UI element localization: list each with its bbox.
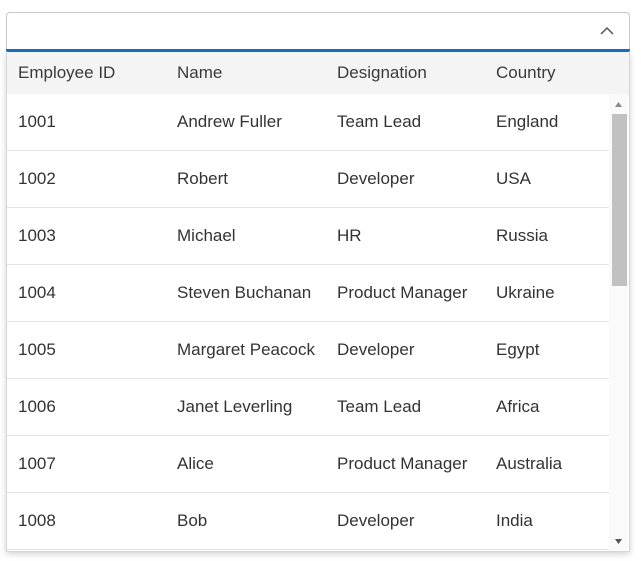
cell-employee-id: 1008 [18, 511, 56, 530]
employee-combobox[interactable] [6, 12, 630, 52]
cell-name: Robert [177, 169, 229, 188]
cell-country: England [496, 112, 559, 131]
cell-country: Russia [496, 226, 548, 245]
cell-country: India [496, 511, 533, 530]
cell-name: Steven Buchanan [177, 283, 312, 302]
cell-name: Margaret Peacock [177, 340, 315, 359]
cell-designation: Product Manager [337, 283, 468, 302]
cell-employee-id: 1003 [18, 226, 56, 245]
cell-employee-id: 1007 [18, 454, 56, 473]
cell-employee-id: 1001 [18, 112, 56, 131]
cell-name: Andrew Fuller [177, 112, 282, 131]
cell-designation: HR [337, 226, 362, 245]
cell-designation: Developer [337, 511, 415, 530]
cell-designation: Developer [337, 169, 415, 188]
cell-name: Alice [177, 454, 214, 473]
cell-designation: Product Manager [337, 454, 468, 473]
cell-employee-id: 1005 [18, 340, 56, 359]
cell-name: Janet Leverling [177, 397, 293, 416]
cell-designation: Developer [337, 340, 415, 359]
table-row[interactable]: 1006 Janet Leverling Team Lead Africa [7, 379, 609, 436]
column-header-designation[interactable]: Designation [337, 52, 427, 94]
arrow-down-icon[interactable] [609, 532, 628, 550]
cell-country: USA [496, 169, 531, 188]
cell-name: Michael [177, 226, 236, 245]
arrow-up-icon[interactable] [609, 96, 628, 114]
cell-country: Ukraine [496, 283, 555, 302]
grid-rows: 1001 Andrew Fuller Team Lead England 100… [7, 94, 609, 551]
table-row[interactable]: 1008 Bob Developer India [7, 493, 609, 550]
cell-designation: Team Lead [337, 112, 422, 131]
table-row[interactable]: 1004 Steven Buchanan Product Manager Ukr… [7, 265, 609, 322]
column-header-country[interactable]: Country [496, 52, 556, 94]
cell-name: Bob [177, 511, 208, 530]
grid-header: Employee ID Name Designation Country [7, 52, 629, 95]
table-row[interactable]: 1001 Andrew Fuller Team Lead England [7, 94, 609, 151]
column-header-employee-id[interactable]: Employee ID [18, 52, 115, 94]
chevron-up-icon[interactable] [599, 25, 615, 37]
dropdown-popup: Employee ID Name Designation Country 100… [6, 52, 630, 552]
cell-country: Australia [496, 454, 563, 473]
table-row[interactable]: 1002 Robert Developer USA [7, 151, 609, 208]
cell-employee-id: 1006 [18, 397, 56, 416]
cell-employee-id: 1002 [18, 169, 56, 188]
column-header-name[interactable]: Name [177, 52, 222, 94]
cell-employee-id: 1004 [18, 283, 56, 302]
vertical-scrollbar[interactable] [609, 94, 628, 551]
cell-country: Egypt [496, 340, 540, 359]
table-row[interactable]: 1005 Margaret Peacock Developer Egypt [7, 322, 609, 379]
cell-country: Africa [496, 397, 540, 416]
cell-designation: Team Lead [337, 397, 422, 416]
table-row[interactable]: 1007 Alice Product Manager Australia [7, 436, 609, 493]
scrollbar-thumb[interactable] [612, 114, 627, 286]
table-row[interactable]: 1003 Michael HR Russia [7, 208, 609, 265]
